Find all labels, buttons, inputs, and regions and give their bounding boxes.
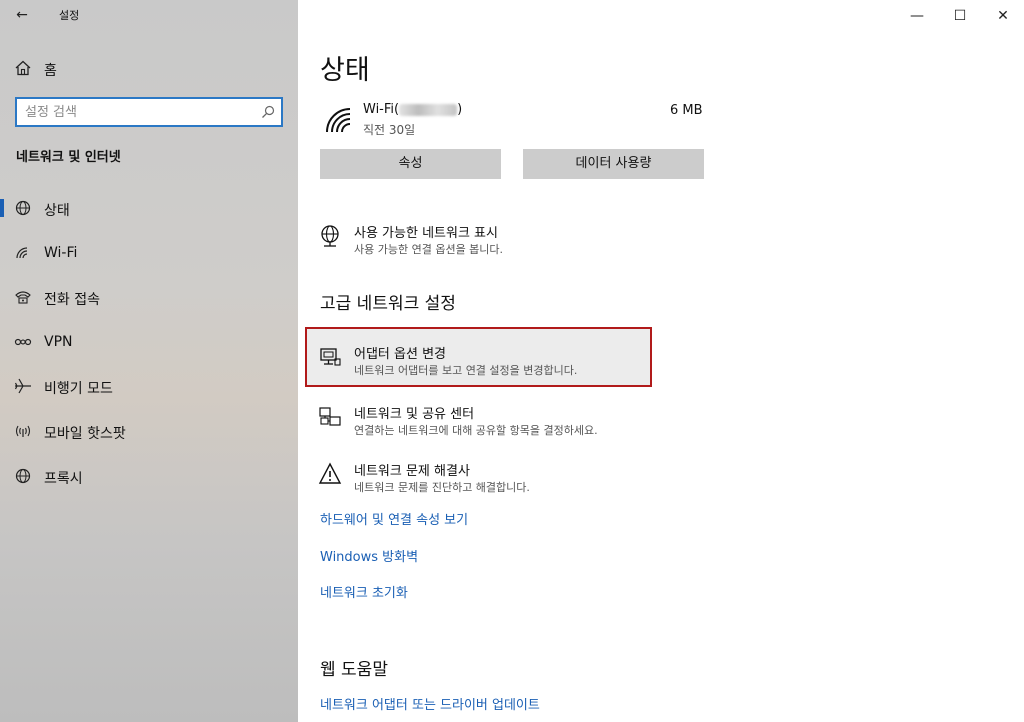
search-box[interactable] — [15, 97, 283, 127]
show-networks-desc: 사용 가능한 연결 옵션을 봅니다. — [354, 243, 504, 256]
data-usage-value: 6 MB — [670, 103, 703, 118]
sidebar-item-status[interactable]: 상태 — [0, 186, 298, 231]
sidebar-nav: 상태 Wi-Fi 전화 접속 VPN 비행기 모드 모바일 핫스팟 프록시 — [0, 186, 298, 498]
sidebar-item-label: 비행기 모드 — [44, 381, 113, 398]
sharing-center-title: 네트워크 및 공유 센터 — [354, 407, 475, 422]
main-content: 상태 Wi-Fi() 직전 30일 6 MB 속성 데이터 사용량 사용 가능한… — [298, 0, 1024, 722]
web-help-heading: 웹 도움말 — [320, 660, 388, 680]
redacted-ssid — [399, 103, 458, 116]
sidebar-section-title: 네트워크 및 인터넷 — [16, 150, 121, 165]
hotspot-icon — [15, 425, 31, 437]
proxy-globe-icon — [15, 468, 31, 483]
network-reset-link[interactable]: 네트워크 초기화 — [320, 582, 408, 601]
adapter-options-link[interactable]: 어댑터 옵션 변경 네트워크 어댑터를 보고 연결 설정을 변경합니다. — [318, 343, 658, 383]
wifi-signal-icon — [326, 108, 351, 133]
back-arrow-icon: ← — [16, 7, 28, 23]
windows-firewall-link[interactable]: Windows 방화벽 — [320, 546, 418, 565]
hardware-properties-link[interactable]: 하드웨어 및 연결 속성 보기 — [320, 509, 468, 528]
sidebar-item-hotspot[interactable]: 모바일 핫스팟 — [0, 409, 298, 454]
vpn-icon — [14, 338, 32, 345]
sidebar-item-label: Wi-Fi — [44, 244, 78, 261]
sidebar: ← 설정 홈 네트워크 및 인터넷 상태 — [0, 0, 298, 722]
dialup-icon — [15, 291, 31, 304]
sidebar-item-label: 프록시 — [44, 470, 83, 487]
sidebar-item-label: 상태 — [44, 203, 70, 219]
home-icon — [15, 60, 31, 76]
back-button[interactable]: ← — [10, 4, 34, 26]
wifi-icon — [16, 246, 28, 258]
sidebar-item-wifi[interactable]: Wi-Fi — [0, 231, 298, 276]
sidebar-item-label: 전화 접속 — [44, 292, 100, 309]
sidebar-item-vpn[interactable]: VPN — [0, 320, 298, 365]
driver-update-link[interactable]: 네트워크 어댑터 또는 드라이버 업데이트 — [320, 694, 540, 713]
advanced-settings-heading: 고급 네트워크 설정 — [320, 294, 456, 314]
sidebar-item-label: VPN — [44, 333, 73, 350]
sharing-center-desc: 연결하는 네트워크에 대해 공유할 항목을 결정하세요. — [354, 424, 598, 437]
globe-status-icon — [15, 200, 31, 216]
sidebar-item-dialup[interactable]: 전화 접속 — [0, 275, 298, 320]
troubleshooter-link[interactable]: 네트워크 문제 해결사 네트워크 문제를 진단하고 해결합니다. — [318, 460, 658, 500]
connection-period: 직전 30일 — [363, 123, 416, 137]
page-title: 상태 — [320, 55, 370, 86]
app-title: 설정 — [59, 9, 80, 22]
sidebar-item-label: 모바일 핫스팟 — [44, 425, 126, 442]
properties-button[interactable]: 속성 — [320, 149, 501, 179]
home-label: 홈 — [44, 63, 57, 79]
search-input[interactable] — [25, 103, 250, 121]
search-icon[interactable] — [261, 105, 275, 119]
connection-name-prefix: Wi-Fi( — [363, 102, 400, 117]
troubleshooter-desc: 네트워크 문제를 진단하고 해결합니다. — [354, 481, 530, 494]
globe-network-icon — [321, 225, 339, 247]
adapter-options-desc: 네트워크 어댑터를 보고 연결 설정을 변경합니다. — [354, 364, 578, 377]
airplane-icon — [14, 379, 31, 394]
sharing-center-icon — [319, 407, 341, 426]
show-networks-link[interactable]: 사용 가능한 네트워크 표시 사용 가능한 연결 옵션을 봅니다. — [318, 222, 658, 262]
adapter-options-title: 어댑터 옵션 변경 — [354, 347, 446, 362]
show-networks-title: 사용 가능한 네트워크 표시 — [354, 226, 498, 241]
adapter-monitor-icon — [320, 348, 341, 366]
troubleshooter-title: 네트워크 문제 해결사 — [354, 464, 470, 479]
connection-name-suffix: ) — [457, 102, 463, 117]
home-nav-item[interactable]: 홈 — [0, 52, 298, 84]
sharing-center-link[interactable]: 네트워크 및 공유 센터 연결하는 네트워크에 대해 공유할 항목을 결정하세요… — [318, 403, 658, 443]
connection-name: Wi-Fi() — [363, 102, 462, 117]
sidebar-titlebar: ← 설정 — [0, 0, 298, 30]
data-usage-button[interactable]: 데이터 사용량 — [523, 149, 704, 179]
sidebar-item-airplane[interactable]: 비행기 모드 — [0, 364, 298, 409]
sidebar-item-proxy[interactable]: 프록시 — [0, 454, 298, 499]
warning-triangle-icon — [318, 462, 342, 484]
